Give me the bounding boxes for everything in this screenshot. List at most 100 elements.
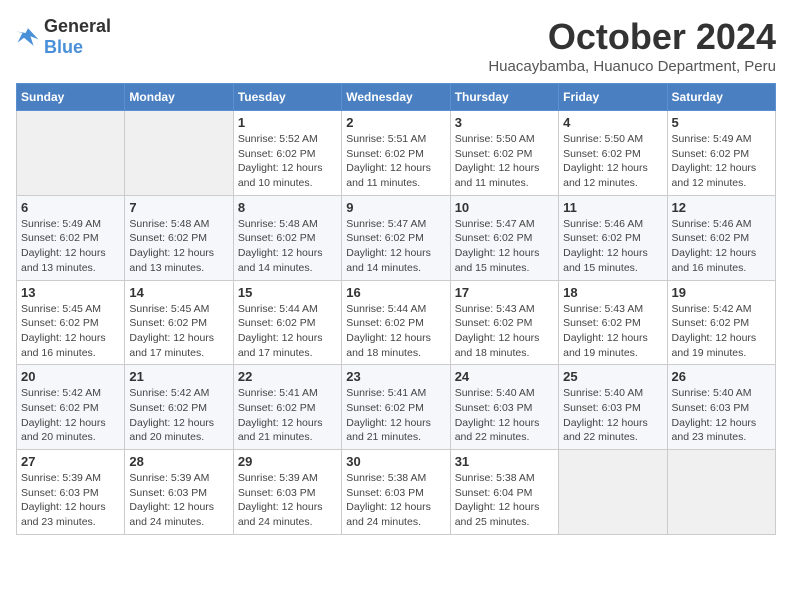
weekday-header: Wednesday <box>342 84 450 111</box>
day-number: 8 <box>238 200 337 215</box>
calendar-cell: 12 Sunrise: 5:46 AM Sunset: 6:02 PM Dayli… <box>667 195 775 280</box>
day-number: 25 <box>563 369 662 384</box>
calendar-cell: 30 Sunrise: 5:38 AM Sunset: 6:03 PM Dayli… <box>342 450 450 535</box>
day-number: 28 <box>129 454 228 469</box>
calendar-cell: 3 Sunrise: 5:50 AM Sunset: 6:02 PM Daylig… <box>450 111 558 196</box>
day-number: 30 <box>346 454 445 469</box>
calendar-cell: 27 Sunrise: 5:39 AM Sunset: 6:03 PM Dayli… <box>17 450 125 535</box>
calendar-cell: 24 Sunrise: 5:40 AM Sunset: 6:03 PM Dayli… <box>450 365 558 450</box>
day-info: Sunrise: 5:45 AM Sunset: 6:02 PM Dayligh… <box>21 302 120 361</box>
logo: General Blue <box>16 16 111 58</box>
day-info: Sunrise: 5:40 AM Sunset: 6:03 PM Dayligh… <box>672 386 771 445</box>
day-number: 20 <box>21 369 120 384</box>
calendar-cell <box>667 450 775 535</box>
calendar-cell: 11 Sunrise: 5:46 AM Sunset: 6:02 PM Dayli… <box>559 195 667 280</box>
day-number: 31 <box>455 454 554 469</box>
calendar-cell: 10 Sunrise: 5:47 AM Sunset: 6:02 PM Dayli… <box>450 195 558 280</box>
calendar-cell: 29Sunrise: 5:39 AM Sunset: 6:03 PM Dayli… <box>233 450 341 535</box>
day-info: Sunrise: 5:39 AM Sunset: 6:03 PM Dayligh… <box>21 471 120 530</box>
day-number: 24 <box>455 369 554 384</box>
calendar-cell: 9Sunrise: 5:47 AM Sunset: 6:02 PM Daylig… <box>342 195 450 280</box>
calendar-cell: 1Sunrise: 5:52 AM Sunset: 6:02 PM Daylig… <box>233 111 341 196</box>
calendar-cell: 4 Sunrise: 5:50 AM Sunset: 6:02 PM Daylig… <box>559 111 667 196</box>
calendar-cell <box>125 111 233 196</box>
day-info: Sunrise: 5:46 AM Sunset: 6:02 PM Dayligh… <box>672 217 771 276</box>
weekday-header: Sunday <box>17 84 125 111</box>
day-info: Sunrise: 5:41 AM Sunset: 6:02 PM Dayligh… <box>346 386 445 445</box>
day-info: Sunrise: 5:50 AM Sunset: 6:02 PM Dayligh… <box>563 132 662 191</box>
day-info: Sunrise: 5:43 AM Sunset: 6:02 PM Dayligh… <box>455 302 554 361</box>
day-number: 7 <box>129 200 228 215</box>
day-number: 21 <box>129 369 228 384</box>
day-info: Sunrise: 5:48 AM Sunset: 6:02 PM Dayligh… <box>129 217 228 276</box>
day-info: Sunrise: 5:51 AM Sunset: 6:02 PM Dayligh… <box>346 132 445 191</box>
day-info: Sunrise: 5:47 AM Sunset: 6:02 PM Dayligh… <box>346 217 445 276</box>
calendar-cell: 16Sunrise: 5:44 AM Sunset: 6:02 PM Dayli… <box>342 280 450 365</box>
calendar-cell: 22 Sunrise: 5:41 AM Sunset: 6:02 PM Dayli… <box>233 365 341 450</box>
day-info: Sunrise: 5:50 AM Sunset: 6:02 PM Dayligh… <box>455 132 554 191</box>
day-number: 4 <box>563 115 662 130</box>
day-info: Sunrise: 5:41 AM Sunset: 6:02 PM Dayligh… <box>238 386 337 445</box>
calendar-cell: 5 Sunrise: 5:49 AM Sunset: 6:02 PM Daylig… <box>667 111 775 196</box>
calendar-cell: 21 Sunrise: 5:42 AM Sunset: 6:02 PM Dayli… <box>125 365 233 450</box>
day-number: 23 <box>346 369 445 384</box>
weekday-header: Friday <box>559 84 667 111</box>
page-header: General Blue October 2024 Huacaybamba, H… <box>16 16 776 75</box>
day-info: Sunrise: 5:47 AM Sunset: 6:02 PM Dayligh… <box>455 217 554 276</box>
calendar-cell: 2Sunrise: 5:51 AM Sunset: 6:02 PM Daylig… <box>342 111 450 196</box>
calendar-cell: 6 Sunrise: 5:49 AM Sunset: 6:02 PM Daylig… <box>17 195 125 280</box>
day-info: Sunrise: 5:39 AM Sunset: 6:03 PM Dayligh… <box>129 471 228 530</box>
calendar-cell: 23 Sunrise: 5:41 AM Sunset: 6:02 PM Dayli… <box>342 365 450 450</box>
logo-general: General <box>44 16 111 36</box>
day-number: 5 <box>672 115 771 130</box>
calendar-week-row: 20 Sunrise: 5:42 AM Sunset: 6:02 PM Dayli… <box>17 365 776 450</box>
calendar-cell: 14 Sunrise: 5:45 AM Sunset: 6:02 PM Dayli… <box>125 280 233 365</box>
calendar-cell: 19Sunrise: 5:42 AM Sunset: 6:02 PM Dayli… <box>667 280 775 365</box>
day-info: Sunrise: 5:38 AM Sunset: 6:03 PM Dayligh… <box>346 471 445 530</box>
calendar-cell: 17 Sunrise: 5:43 AM Sunset: 6:02 PM Dayli… <box>450 280 558 365</box>
day-info: Sunrise: 5:42 AM Sunset: 6:02 PM Dayligh… <box>129 386 228 445</box>
calendar-cell: 13 Sunrise: 5:45 AM Sunset: 6:02 PM Dayli… <box>17 280 125 365</box>
weekday-header-row: SundayMondayTuesdayWednesdayThursdayFrid… <box>17 84 776 111</box>
day-info: Sunrise: 5:48 AM Sunset: 6:02 PM Dayligh… <box>238 217 337 276</box>
day-info: Sunrise: 5:42 AM Sunset: 6:02 PM Dayligh… <box>672 302 771 361</box>
day-info: Sunrise: 5:42 AM Sunset: 6:02 PM Dayligh… <box>21 386 120 445</box>
day-number: 18 <box>563 285 662 300</box>
day-info: Sunrise: 5:39 AM Sunset: 6:03 PM Dayligh… <box>238 471 337 530</box>
day-number: 6 <box>21 200 120 215</box>
day-info: Sunrise: 5:49 AM Sunset: 6:02 PM Dayligh… <box>672 132 771 191</box>
day-info: Sunrise: 5:40 AM Sunset: 6:03 PM Dayligh… <box>455 386 554 445</box>
calendar-cell: 31 Sunrise: 5:38 AM Sunset: 6:04 PM Dayli… <box>450 450 558 535</box>
day-number: 11 <box>563 200 662 215</box>
day-number: 1 <box>238 115 337 130</box>
day-info: Sunrise: 5:38 AM Sunset: 6:04 PM Dayligh… <box>455 471 554 530</box>
day-number: 27 <box>21 454 120 469</box>
month-title: October 2024 <box>488 16 776 58</box>
calendar-week-row: 13 Sunrise: 5:45 AM Sunset: 6:02 PM Dayli… <box>17 280 776 365</box>
day-number: 15 <box>238 285 337 300</box>
day-info: Sunrise: 5:49 AM Sunset: 6:02 PM Dayligh… <box>21 217 120 276</box>
calendar-cell: 15 Sunrise: 5:44 AM Sunset: 6:02 PM Dayli… <box>233 280 341 365</box>
day-number: 3 <box>455 115 554 130</box>
calendar-cell: 28 Sunrise: 5:39 AM Sunset: 6:03 PM Dayli… <box>125 450 233 535</box>
day-info: Sunrise: 5:40 AM Sunset: 6:03 PM Dayligh… <box>563 386 662 445</box>
logo-blue: Blue <box>44 37 83 57</box>
day-number: 10 <box>455 200 554 215</box>
day-number: 14 <box>129 285 228 300</box>
day-info: Sunrise: 5:43 AM Sunset: 6:02 PM Dayligh… <box>563 302 662 361</box>
calendar-table: SundayMondayTuesdayWednesdayThursdayFrid… <box>16 83 776 535</box>
day-number: 22 <box>238 369 337 384</box>
calendar-cell: 8 Sunrise: 5:48 AM Sunset: 6:02 PM Daylig… <box>233 195 341 280</box>
calendar-cell <box>559 450 667 535</box>
day-info: Sunrise: 5:45 AM Sunset: 6:02 PM Dayligh… <box>129 302 228 361</box>
calendar-cell: 18 Sunrise: 5:43 AM Sunset: 6:02 PM Dayli… <box>559 280 667 365</box>
weekday-header: Saturday <box>667 84 775 111</box>
day-number: 13 <box>21 285 120 300</box>
day-info: Sunrise: 5:46 AM Sunset: 6:02 PM Dayligh… <box>563 217 662 276</box>
day-number: 12 <box>672 200 771 215</box>
day-info: Sunrise: 5:44 AM Sunset: 6:02 PM Dayligh… <box>238 302 337 361</box>
day-number: 26 <box>672 369 771 384</box>
day-number: 17 <box>455 285 554 300</box>
calendar-cell: 7 Sunrise: 5:48 AM Sunset: 6:02 PM Daylig… <box>125 195 233 280</box>
calendar-cell: 25 Sunrise: 5:40 AM Sunset: 6:03 PM Dayli… <box>559 365 667 450</box>
